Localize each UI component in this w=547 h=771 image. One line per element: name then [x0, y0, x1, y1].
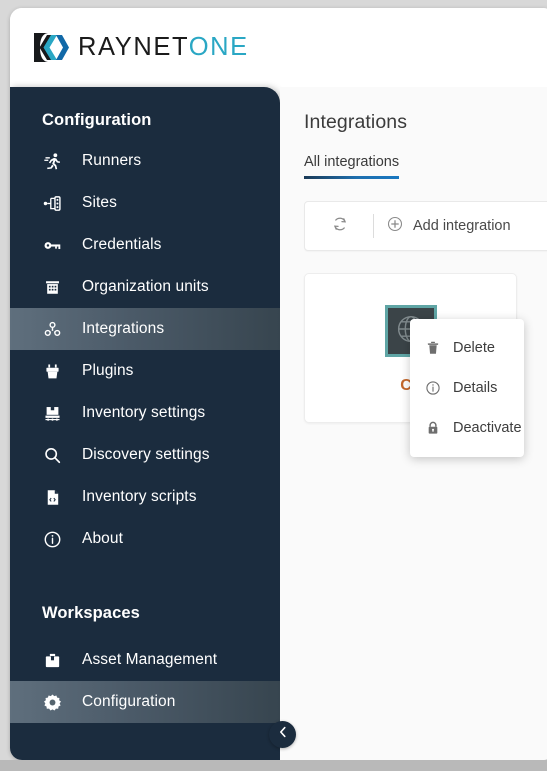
sidebar-item-runners[interactable]: Runners [10, 140, 280, 182]
sidebar-item-asset-management[interactable]: Asset Management [10, 639, 280, 681]
sidebar-item-discovery-settings[interactable]: Discovery settings [10, 434, 280, 476]
lock-icon [424, 419, 442, 437]
sidebar-item-label: Runners [82, 152, 142, 169]
info-circle-icon [424, 379, 442, 397]
context-menu-item-delete[interactable]: Delete [410, 328, 524, 368]
context-menu-item-label: Deactivate [453, 420, 522, 436]
sidebar-workspaces-list: Asset Management Configuration [10, 639, 280, 723]
brand-name-part1: RAYNET [78, 32, 189, 61]
refresh-button[interactable] [319, 215, 361, 238]
sidebar-item-plugins[interactable]: Plugins [10, 350, 280, 392]
tab-all-integrations[interactable]: All integrations [304, 154, 400, 179]
sidebar-item-inventory-settings[interactable]: Inventory settings [10, 392, 280, 434]
context-menu-item-details[interactable]: Details [410, 368, 524, 408]
briefcase-icon [42, 650, 62, 670]
sidebar-item-label: Credentials [82, 236, 162, 253]
sidebar-item-sites[interactable]: Sites [10, 182, 280, 224]
sidebar-section-configuration-heading: Configuration [42, 111, 152, 129]
app-root: RAYNETONE Configuration Runners Sites Cr… [0, 0, 547, 771]
tab-label: All integrations [304, 154, 400, 170]
brand-logo[interactable]: RAYNETONE [32, 31, 249, 64]
sidebar-section-workspaces-heading: Workspaces [42, 604, 140, 622]
sidebar: Configuration Runners Sites Credentials … [10, 87, 280, 760]
top-bar: RAYNETONE [10, 8, 547, 87]
context-menu: Delete Details Deactivate [410, 319, 524, 457]
plug-box-icon [42, 361, 62, 381]
brand-wordmark: RAYNETONE [78, 32, 249, 61]
sidebar-configuration-list: Runners Sites Credentials Organization u… [10, 140, 280, 560]
sidebar-item-about[interactable]: About [10, 518, 280, 560]
brand-name-part2: ONE [188, 32, 249, 61]
sidebar-item-label: Organization units [82, 278, 209, 295]
bottom-strip [0, 760, 547, 771]
sidebar-item-credentials[interactable]: Credentials [10, 224, 280, 266]
tab-bar: All integrations [304, 154, 547, 179]
sites-network-icon [42, 193, 62, 213]
key-icon [42, 235, 62, 255]
raynet-chevron-logo-icon [32, 31, 69, 64]
sidebar-item-integrations[interactable]: Integrations [10, 308, 280, 350]
runner-icon [42, 151, 62, 171]
context-menu-item-label: Delete [453, 340, 495, 356]
sidebar-item-label: Configuration [82, 693, 176, 710]
inventory-settings-icon [42, 403, 62, 423]
chevron-left-icon [276, 725, 290, 744]
sidebar-item-label: Inventory scripts [82, 488, 197, 505]
sidebar-item-label: Integrations [82, 320, 165, 337]
info-circle-icon [42, 529, 62, 549]
sidebar-item-label: About [82, 530, 124, 547]
context-menu-item-label: Details [453, 380, 498, 396]
sidebar-item-label: Asset Management [82, 651, 218, 668]
toolbar-divider [373, 214, 374, 238]
add-integration-button[interactable]: Add integration [386, 215, 511, 238]
magnifier-icon [42, 445, 62, 465]
gear-icon [42, 692, 62, 712]
sidebar-item-label: Discovery settings [82, 446, 210, 463]
sidebar-item-organization-units[interactable]: Organization units [10, 266, 280, 308]
sidebar-item-label: Sites [82, 194, 117, 211]
sidebar-item-label: Inventory settings [82, 404, 206, 421]
refresh-icon [331, 215, 349, 238]
page-shell: RAYNETONE Configuration Runners Sites Cr… [10, 8, 547, 760]
trash-icon [424, 339, 442, 357]
page-title: Integrations [304, 111, 408, 133]
toolbar: Add integration [304, 201, 547, 251]
plus-circle-icon [386, 215, 404, 238]
sidebar-item-label: Plugins [82, 362, 134, 379]
building-icon [42, 277, 62, 297]
add-integration-label: Add integration [413, 218, 511, 234]
context-menu-item-deactivate[interactable]: Deactivate [410, 408, 524, 448]
sidebar-collapse-button[interactable] [269, 721, 296, 748]
sidebar-item-configuration[interactable]: Configuration [10, 681, 280, 723]
integrations-node-icon [42, 319, 62, 339]
script-file-icon [42, 487, 62, 507]
sidebar-item-inventory-scripts[interactable]: Inventory scripts [10, 476, 280, 518]
